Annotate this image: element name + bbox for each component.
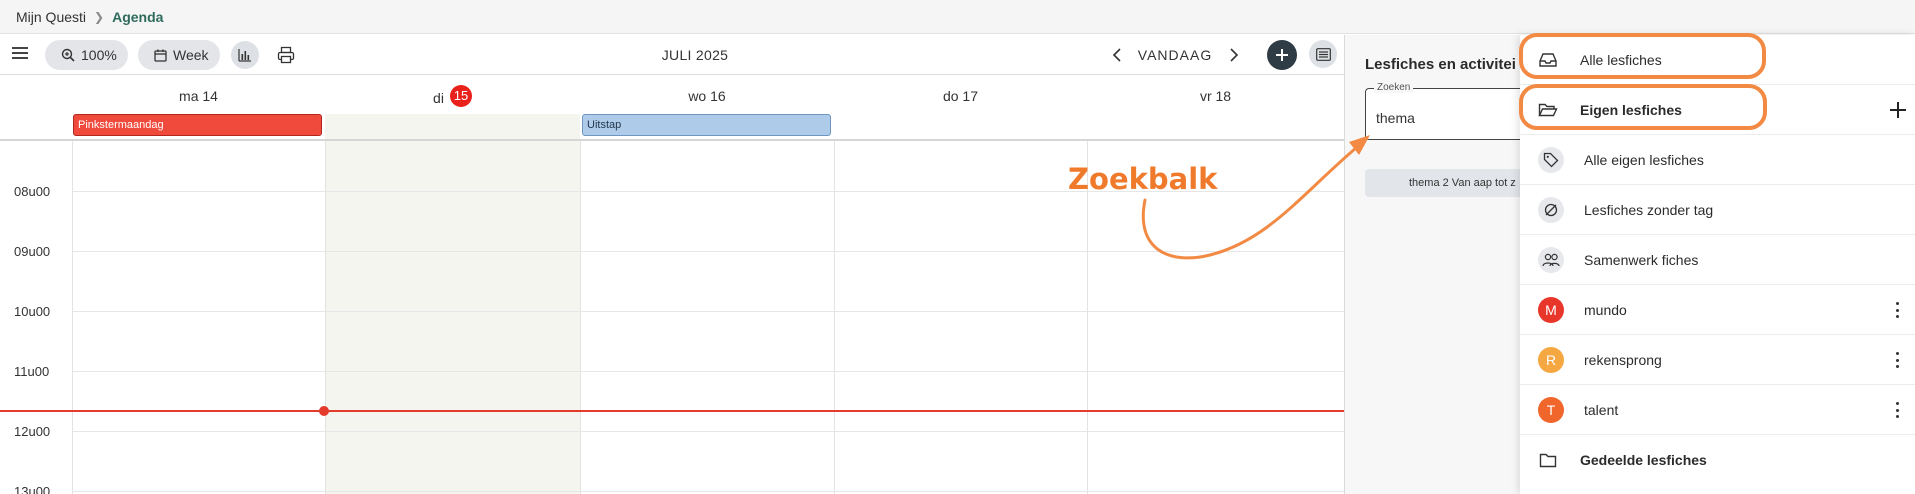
- menu-item-eigen-lesfiches[interactable]: Eigen lesfiches: [1520, 85, 1915, 135]
- plus-icon: [1276, 49, 1288, 61]
- today-button[interactable]: VANDAAG: [1135, 47, 1215, 63]
- calendar-icon: [154, 49, 167, 62]
- day-header-label: di: [433, 90, 444, 106]
- menu-item-gedeelde-lesfiches[interactable]: Gedeelde lesfiches: [1520, 435, 1915, 485]
- column-divider: [72, 141, 73, 494]
- avatar: M: [1538, 296, 1564, 323]
- previous-week-button[interactable]: [1110, 45, 1124, 65]
- bar-chart-icon: [238, 49, 251, 62]
- tag-icon: [1538, 146, 1564, 173]
- lesson-folder-menu: Alle lesfiches Eigen lesfiches Alle eige…: [1520, 35, 1915, 494]
- avatar: R: [1538, 346, 1564, 373]
- day-header-label: vr 18: [1199, 88, 1232, 104]
- day-header-label: wo 16: [688, 88, 726, 104]
- menu-item-label: mundo: [1584, 301, 1627, 318]
- panel-title: Lesfiches en activitei: [1365, 56, 1516, 73]
- list-view-button[interactable]: [1309, 40, 1337, 68]
- today-column: [325, 141, 580, 494]
- current-time-line: [0, 410, 1344, 412]
- menu-item-label: Alle lesfiches: [1580, 51, 1662, 68]
- hour-label: 10u00: [14, 304, 51, 319]
- inbox-icon: [1536, 48, 1560, 72]
- add-folder-button[interactable]: [1885, 97, 1911, 123]
- calendar-toolbar: 100% Week JULI 2025 VANDAAG: [0, 35, 1344, 75]
- day-header-label: ma 14: [179, 88, 218, 104]
- today-badge: 15: [449, 85, 472, 107]
- current-time-dot: [319, 406, 329, 416]
- menu-item-alle-eigen-lesfiches[interactable]: Alle eigen lesfiches: [1520, 135, 1915, 185]
- menu-item-talent[interactable]: T talent: [1520, 385, 1915, 435]
- next-week-button[interactable]: [1227, 45, 1241, 65]
- zoom-in-icon: [61, 48, 75, 62]
- column-divider: [834, 141, 835, 494]
- hour-line: [72, 311, 1344, 312]
- chart-button[interactable]: [231, 41, 259, 69]
- allday-event[interactable]: Uitstap: [582, 114, 831, 136]
- allday-event[interactable]: Pinkstermaandag: [73, 114, 322, 136]
- menu-item-label: talent: [1584, 401, 1619, 418]
- menu-item-label: rekensprong: [1584, 351, 1662, 368]
- print-button[interactable]: [275, 44, 297, 66]
- chevron-left-icon: [1112, 48, 1121, 62]
- search-value: thema: [1376, 110, 1415, 126]
- day-header-tue[interactable]: di 15: [325, 76, 580, 112]
- day-header-label: do 17: [942, 88, 979, 104]
- annotation-arrow: [1141, 135, 1370, 260]
- hour-label: 13u00: [14, 484, 51, 494]
- plus-icon: [1890, 102, 1906, 118]
- column-divider: [580, 141, 581, 494]
- hour-label: 12u00: [14, 424, 51, 439]
- menu-item-label: Alle eigen lesfiches: [1584, 151, 1704, 168]
- folder-icon: [1536, 448, 1560, 472]
- breadcrumb-current: Agenda: [112, 8, 164, 25]
- more-options-icon[interactable]: [1889, 299, 1905, 321]
- hour-label: 09u00: [14, 244, 51, 259]
- today-allday-background: [325, 114, 580, 139]
- column-divider: [325, 141, 326, 494]
- menu-item-label: Lesfiches zonder tag: [1584, 201, 1714, 218]
- menu-item-alle-lesfiches[interactable]: Alle lesfiches: [1520, 35, 1915, 85]
- menu-icon[interactable]: [12, 47, 28, 61]
- day-header-mon[interactable]: ma 14: [72, 76, 325, 112]
- breadcrumb-home-link[interactable]: Mijn Questi: [16, 9, 86, 25]
- hour-label: 11u00: [14, 364, 50, 379]
- more-options-icon[interactable]: [1889, 399, 1905, 421]
- breadcrumb: Mijn Questi ❯ Agenda: [0, 0, 1915, 34]
- printer-icon: [277, 46, 295, 64]
- hour-line: [72, 491, 1344, 492]
- view-select-button[interactable]: Week: [138, 40, 220, 70]
- search-label: Zoeken: [1374, 82, 1414, 93]
- no-tag-icon: [1538, 196, 1564, 223]
- list-icon: [1315, 47, 1331, 61]
- add-event-button[interactable]: [1267, 40, 1297, 70]
- menu-item-label: Samenwerk fiches: [1584, 251, 1699, 268]
- hour-line: [72, 431, 1344, 432]
- day-header-fri[interactable]: vr 18: [1087, 76, 1344, 112]
- day-header-wed[interactable]: wo 16: [580, 76, 834, 112]
- avatar: T: [1538, 396, 1564, 423]
- menu-item-rekensprong[interactable]: R rekensprong: [1520, 335, 1915, 385]
- users-icon: [1538, 246, 1564, 273]
- zoom-label: 100%: [81, 47, 117, 63]
- menu-item-label: Eigen lesfiches: [1580, 101, 1682, 118]
- view-label: Week: [173, 47, 209, 63]
- hour-line: [72, 371, 1344, 372]
- menu-item-label: Gedeelde lesfiches: [1580, 452, 1707, 468]
- day-header-thu[interactable]: do 17: [834, 76, 1087, 112]
- menu-item-zonder-tag[interactable]: Lesfiches zonder tag: [1520, 185, 1915, 235]
- current-month-label: JULI 2025: [661, 47, 729, 63]
- menu-item-mundo[interactable]: M mundo: [1520, 285, 1915, 335]
- folder-open-icon: [1536, 98, 1560, 122]
- hour-label: 08u00: [14, 184, 51, 199]
- zoom-button[interactable]: 100%: [45, 40, 128, 70]
- menu-item-samenwerk-fiches[interactable]: Samenwerk fiches: [1520, 235, 1915, 285]
- more-options-icon[interactable]: [1889, 349, 1905, 371]
- chevron-right-icon: [1230, 48, 1239, 62]
- chevron-right-icon: ❯: [94, 9, 105, 24]
